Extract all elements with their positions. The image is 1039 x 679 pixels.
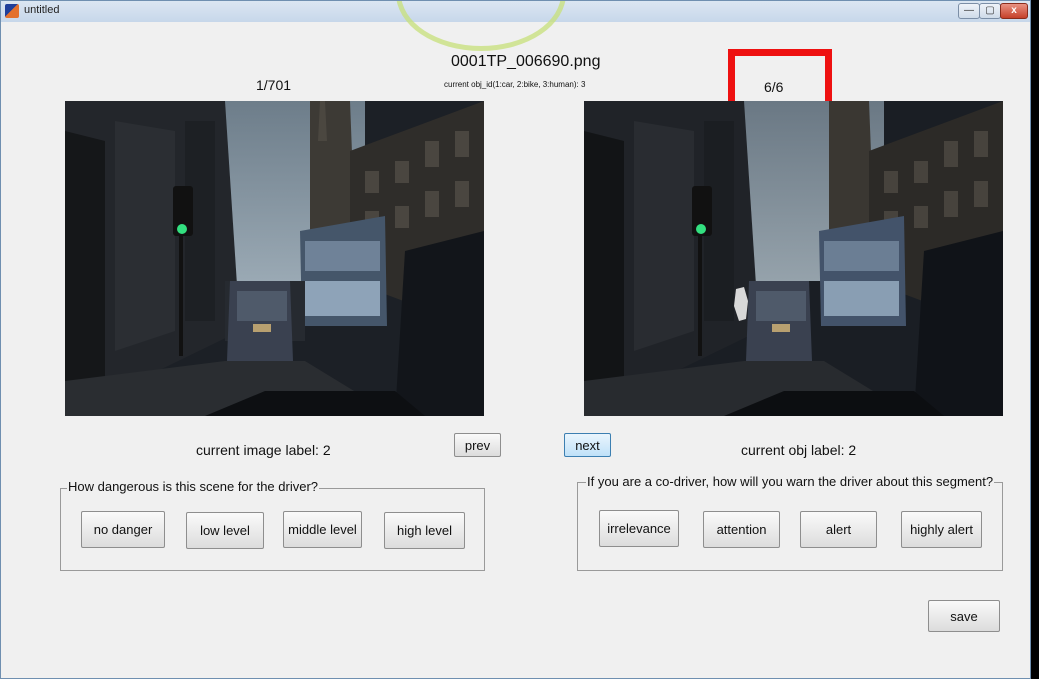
close-button[interactable]: x (1000, 3, 1028, 19)
low-level-button[interactable]: low level (186, 512, 264, 549)
no-danger-button[interactable]: no danger (81, 511, 165, 548)
current-image-label: current image label: 2 (196, 442, 331, 458)
middle-level-button[interactable]: middle level (283, 511, 362, 548)
image-filename: 0001TP_006690.png (451, 53, 601, 70)
warning-level-title: If you are a co-driver, how will you war… (586, 474, 995, 489)
current-obj-label: current obj label: 2 (741, 442, 857, 458)
attention-button[interactable]: attention (703, 511, 780, 548)
segmented-scene-image (584, 101, 1003, 416)
image-counter: 1/701 (256, 77, 292, 93)
irrelevance-button[interactable]: irrelevance (599, 510, 679, 547)
minimize-button[interactable]: — (958, 3, 980, 19)
alert-button[interactable]: alert (800, 511, 877, 548)
danger-level-title: How dangerous is this scene for the driv… (67, 479, 320, 494)
background-artifact (396, 1, 566, 51)
matlab-icon (5, 4, 19, 18)
save-button[interactable]: save (928, 600, 1000, 632)
high-level-button[interactable]: high level (384, 512, 465, 549)
maximize-button[interactable]: ▢ (979, 3, 1001, 19)
window-title: untitled (24, 4, 60, 16)
highly-alert-button[interactable]: highly alert (901, 511, 982, 548)
app-window: untitled — ▢ x 0001TP_006690.png 1/701 c… (0, 0, 1031, 679)
next-button[interactable]: next (564, 433, 611, 457)
obj-id-prompt: current obj_id(1:car, 2:bike, 3:human): … (444, 80, 586, 89)
prev-button[interactable]: prev (454, 433, 501, 457)
scene-image (65, 101, 484, 416)
